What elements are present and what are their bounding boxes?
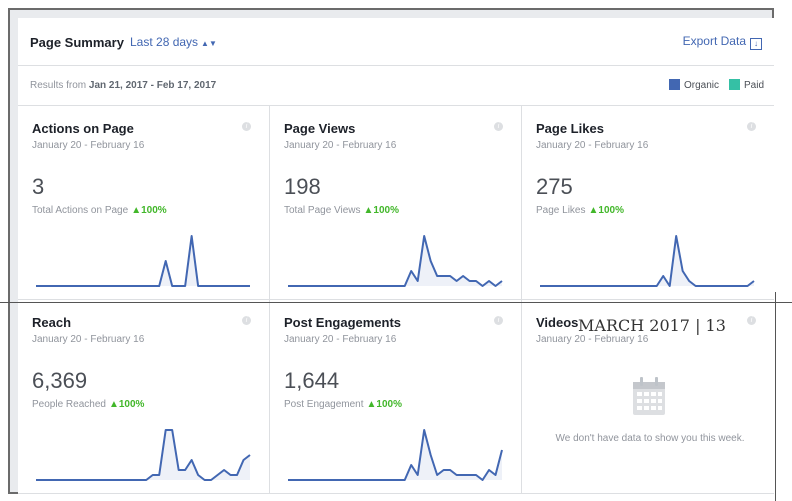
sparkline-area: [288, 430, 502, 480]
card-date: January 20 - February 16: [536, 334, 649, 345]
sparkline-line: [36, 235, 250, 287]
sort-arrows-icon[interactable]: ▲▼: [201, 39, 217, 48]
card-actions-on-page[interactable]: Actions on Page January 20 - February 16…: [18, 106, 270, 300]
organic-swatch: [668, 79, 680, 90]
caption-text: Post Engagement: [284, 399, 364, 410]
sparkline-line: [540, 235, 755, 287]
card-title: Page Views: [284, 121, 356, 136]
info-icon[interactable]: i: [494, 122, 503, 131]
info-icon[interactable]: i: [747, 316, 756, 325]
summary-header: Page Summary Last 28 days ▲▼ Export Data ↓: [18, 18, 774, 66]
sparkline-chart: [288, 235, 503, 287]
info-icon[interactable]: i: [494, 316, 503, 325]
card-reach[interactable]: Reach January 20 - February 16 i 6,369 P…: [18, 300, 270, 494]
empty-state-message: We don't have data to show you this week…: [555, 433, 745, 444]
legend-organic: Organic: [683, 80, 719, 91]
info-icon[interactable]: i: [747, 122, 756, 131]
metric-value: 198: [284, 174, 321, 199]
metric-caption: People Reached ▲100%: [32, 399, 144, 410]
results-prefix: Results from: [30, 80, 87, 91]
export-data-label[interactable]: Export Data: [683, 34, 746, 48]
metric-value: 6,369: [32, 368, 88, 393]
sparkline-area: [288, 236, 502, 286]
metric-value: 3: [32, 174, 45, 199]
change-badge: ▲100%: [108, 399, 145, 410]
card-page-views[interactable]: Page Views January 20 - February 16 i 19…: [270, 106, 522, 300]
metric-caption: Page Likes ▲100%: [536, 205, 624, 216]
sparkline-chart: [36, 429, 251, 481]
info-icon[interactable]: i: [242, 122, 251, 131]
legend: Organic Paid: [659, 79, 764, 91]
change-badge: ▲100%: [131, 205, 167, 216]
caption-text: Total Actions on Page: [32, 205, 129, 216]
card-title: Videos: [536, 315, 579, 330]
card-date: January 20 - February 16: [284, 140, 397, 151]
change-badge: ▲100%: [366, 399, 402, 410]
document-footer-text: MARCH 2017 | 13: [578, 316, 726, 335]
change-badge: ▲100%: [588, 205, 624, 216]
metric-caption: Total Page Views ▲100%: [284, 205, 399, 216]
results-dates: Jan 21, 2017 - Feb 17, 2017: [88, 80, 217, 91]
caption-text: Total Page Views: [284, 205, 361, 216]
page-summary-panel: Page Summary Last 28 days ▲▼ Export Data ↓…: [18, 18, 774, 494]
card-date: January 20 - February 16: [32, 334, 145, 345]
card-title: Reach: [32, 315, 72, 330]
card-date: January 20 - February 16: [32, 140, 145, 151]
results-bar: Results from Jan 21, 2017 - Feb 17, 2017…: [18, 66, 774, 106]
page-summary-title: Page Summary: [30, 35, 124, 50]
paid-swatch: [728, 79, 740, 90]
card-date: January 20 - February 16: [536, 140, 649, 151]
sparkline-line: [288, 429, 503, 481]
page-divider-vertical: [775, 292, 776, 501]
sparkline-line: [36, 429, 251, 481]
sparkline-chart: [288, 429, 503, 481]
export-data-button[interactable]: Export Data ↓: [683, 34, 762, 50]
calendar-icon: [633, 377, 665, 415]
card-page-likes[interactable]: Page Likes January 20 - February 16 i 27…: [522, 106, 774, 300]
metric-value: 1,644: [284, 368, 340, 393]
legend-paid: Paid: [743, 80, 764, 91]
card-title: Page Likes: [536, 121, 604, 136]
card-title: Actions on Page: [32, 121, 134, 136]
metric-value: 275: [536, 174, 573, 199]
sparkline-chart: [36, 235, 250, 287]
change-badge: ▲100%: [363, 205, 400, 216]
card-date: January 20 - February 16: [284, 334, 397, 345]
download-icon[interactable]: ↓: [750, 38, 762, 50]
results-range: Results from Jan 21, 2017 - Feb 17, 2017: [30, 80, 216, 91]
metric-caption: Total Actions on Page ▲100%: [32, 205, 167, 216]
caption-text: Page Likes: [536, 205, 586, 216]
sparkline-area: [36, 430, 250, 480]
date-range-label[interactable]: Last 28 days: [130, 35, 198, 49]
card-post-engagements[interactable]: Post Engagements January 20 - February 1…: [270, 300, 522, 494]
card-title: Post Engagements: [284, 315, 402, 330]
sparkline-area: [36, 236, 250, 286]
caption-text: People Reached: [32, 399, 106, 410]
date-range-selector[interactable]: Last 28 days ▲▼: [130, 35, 217, 49]
info-icon[interactable]: i: [242, 316, 251, 325]
sparkline-area: [540, 236, 754, 286]
page-divider-horizontal: [0, 302, 792, 303]
metric-caption: Post Engagement ▲100%: [284, 399, 402, 410]
sparkline-chart: [540, 235, 755, 287]
sparkline-line: [288, 235, 503, 287]
